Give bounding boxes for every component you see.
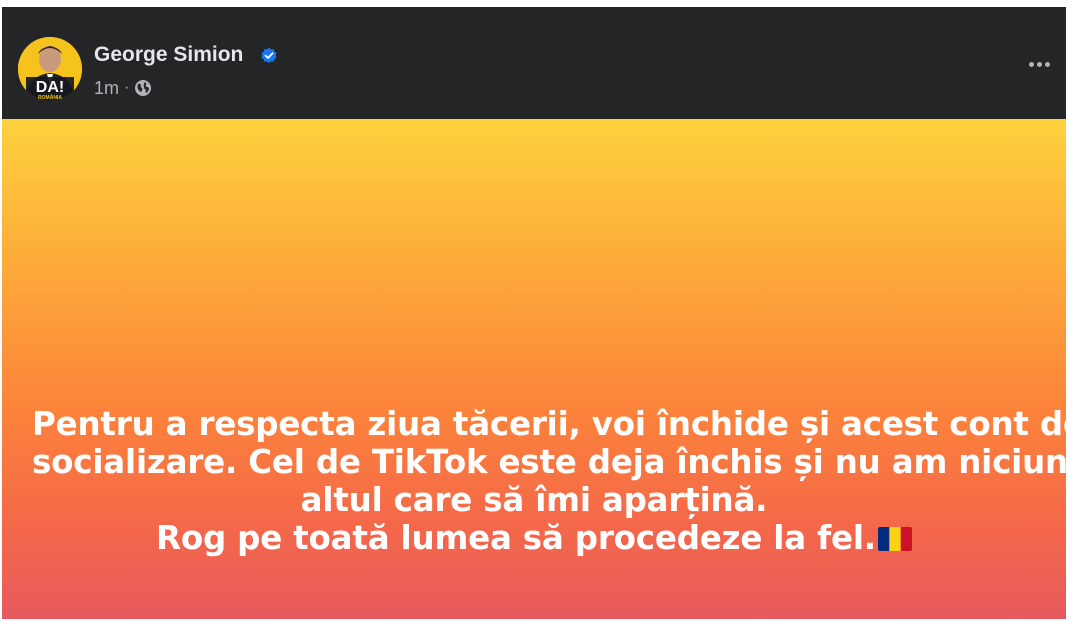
screenshot-frame: DA! ROMÂNIA George Simion 1m · Pentru a … [0, 0, 1068, 621]
globe-icon[interactable] [134, 79, 152, 97]
facebook-post: DA! ROMÂNIA George Simion 1m · Pentru a … [2, 7, 1066, 619]
avatar-image: DA! ROMÂNIA [18, 37, 82, 101]
avatar-logo-text: DA! [36, 79, 64, 96]
post-text-line: Pentru a respecta ziua tăcerii, voi înch… [32, 405, 1066, 443]
avatar-logo-subtext: ROMÂNIA [38, 94, 62, 101]
meta-separator: · [124, 79, 130, 96]
post-background: Pentru a respecta ziua tăcerii, voi înch… [2, 119, 1066, 619]
verified-badge-icon [261, 47, 277, 63]
post-text-line: Rog pe toată lumea să procedeze la fel. [156, 519, 876, 557]
more-dot [1036, 61, 1042, 67]
author-name[interactable]: George Simion [94, 43, 243, 67]
post-text: Pentru a respecta ziua tăcerii, voi înch… [32, 405, 1066, 557]
author-avatar[interactable]: DA! ROMÂNIA [18, 37, 82, 101]
romania-flag-icon [877, 527, 912, 551]
more-dot [1044, 61, 1050, 67]
post-timestamp[interactable]: 1m [94, 78, 119, 99]
post-header: DA! ROMÂNIA George Simion 1m · [2, 7, 1066, 119]
post-text-line: altul care să îmi aparțină. [300, 481, 768, 519]
more-dot [1028, 61, 1034, 67]
post-text-line: socializare. Cel de TikTok este deja înc… [32, 443, 1066, 481]
post-meta: 1m · [94, 77, 152, 99]
more-options-icon[interactable] [1024, 53, 1054, 75]
post-text-line-with-emoji: Rog pe toată lumea să procedeze la fel. [32, 519, 1036, 557]
